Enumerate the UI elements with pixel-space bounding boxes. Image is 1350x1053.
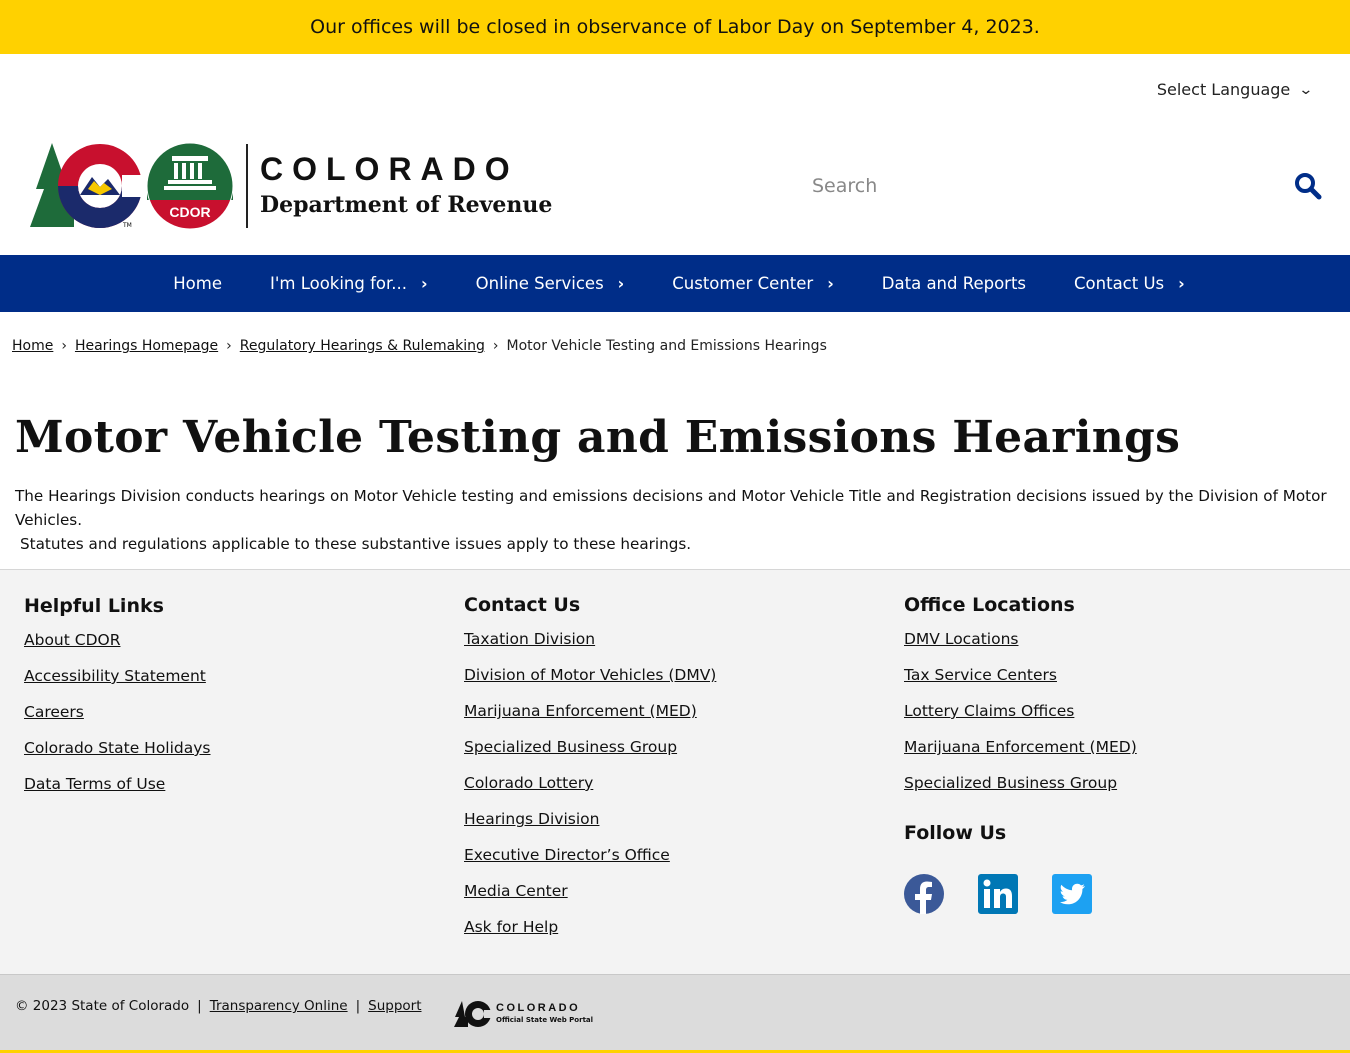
search-box (806, 160, 1326, 212)
footer-helpful-title: Helpful Links (24, 595, 164, 617)
bottom-bar: © 2023 State of Colorado | Transparency … (0, 974, 1350, 1053)
footer-link[interactable]: Colorado Lottery (464, 774, 593, 792)
cdor-badge-icon: CDOR (146, 142, 234, 230)
linkedin-icon[interactable] (978, 874, 1018, 914)
bottom-links: © 2023 State of Colorado | Transparency … (15, 998, 422, 1014)
transparency-online-link[interactable]: Transparency Online (210, 998, 348, 1014)
chevron-right-icon: › (1178, 274, 1185, 293)
social-links (904, 874, 1137, 914)
footer-link[interactable]: Ask for Help (464, 918, 558, 936)
footer-office-locations: Office Locations DMV Locations Tax Servi… (904, 594, 1137, 914)
footer-link[interactable]: Tax Service Centers (904, 666, 1057, 684)
nav-item-label: Home (173, 274, 222, 293)
nav-item-label: Data and Reports (881, 274, 1027, 293)
breadcrumb: Home › Hearings Homepage › Regulatory He… (12, 338, 827, 354)
footer-contact-us: Contact Us Taxation Division Division of… (464, 594, 716, 954)
logo-text: COLORADO Department of Revenue (260, 150, 552, 222)
logo-department-name: Department of Revenue (260, 192, 553, 218)
nav-item-customer-center[interactable]: Customer Center › (648, 255, 858, 312)
footer-contact-title: Contact Us (464, 594, 581, 616)
portal-name: COLORADO (496, 1002, 581, 1014)
copyright-text: © 2023 State of Colorado (15, 998, 190, 1014)
footer-link[interactable]: DMV Locations (904, 630, 1018, 648)
breadcrumb-current: Motor Vehicle Testing and Emissions Hear… (506, 338, 827, 354)
breadcrumb-separator-icon: › (226, 338, 232, 354)
footer-link[interactable]: Hearings Division (464, 810, 599, 828)
footer-link[interactable]: Marijuana Enforcement (MED) (904, 738, 1137, 756)
page-description-line: Statutes and regulations applicable to t… (20, 535, 692, 553)
footer-link[interactable]: Colorado State Holidays (24, 739, 211, 757)
language-label: Select Language (1156, 80, 1291, 99)
footer-link[interactable]: Careers (24, 703, 84, 721)
chevron-right-icon: › (827, 274, 834, 293)
search-input[interactable] (806, 162, 1276, 210)
facebook-icon[interactable] (904, 874, 944, 914)
breadcrumb-link-regulatory[interactable]: Regulatory Hearings & Rulemaking (240, 338, 485, 354)
chevron-down-icon: ⌄ (1298, 81, 1314, 98)
nav-item-label: Contact Us (1074, 274, 1165, 293)
portal-text: COLORADO Official State Web Portal (496, 1002, 593, 1026)
main-nav: Home I'm Looking for... › Online Services… (0, 255, 1350, 312)
search-icon[interactable] (1294, 172, 1322, 200)
portal-subtitle: Official State Web Portal (496, 1016, 594, 1024)
footer-link[interactable]: Media Center (464, 882, 568, 900)
chevron-right-icon: › (617, 274, 625, 293)
twitter-icon[interactable] (1052, 874, 1092, 914)
support-link[interactable]: Support (368, 998, 421, 1014)
nav-item-label: Customer Center (672, 274, 814, 293)
footer-link[interactable]: Marijuana Enforcement (MED) (464, 702, 697, 720)
footer-link[interactable]: Lottery Claims Offices (904, 702, 1074, 720)
page-description-line: The Hearings Division conducts hearings … (15, 487, 1327, 529)
footer-helpful-links: Helpful Links About CDOR Accessibility S… (24, 595, 211, 811)
site-header: TM CDOR COLORADO Department of Revenue (0, 130, 1350, 255)
nav-item-label: I'm Looking for... (269, 274, 408, 293)
breadcrumb-link-hearings[interactable]: Hearings Homepage (75, 338, 218, 354)
logo-state-name: COLORADO (260, 151, 519, 187)
page-title: Motor Vehicle Testing and Emissions Hear… (15, 412, 1181, 463)
footer-link[interactable]: Taxation Division (464, 630, 595, 648)
footer-link[interactable]: Accessibility Statement (24, 667, 206, 685)
nav-item-data-and-reports[interactable]: Data and Reports (858, 255, 1050, 312)
breadcrumb-link-home[interactable]: Home (12, 338, 53, 354)
nav-item-looking-for[interactable]: I'm Looking for... › (246, 255, 452, 312)
language-row: Select Language ⌄ (0, 54, 1350, 130)
colorado-portal-icon (454, 1001, 492, 1027)
nav-item-home[interactable]: Home (149, 255, 246, 312)
footer-link[interactable]: Specialized Business Group (904, 774, 1117, 792)
footer-link[interactable]: Executive Director’s Office (464, 846, 670, 864)
separator-text: | (355, 998, 361, 1014)
language-select[interactable]: Select Language ⌄ (1156, 80, 1314, 99)
breadcrumb-separator-icon: › (492, 338, 499, 354)
site-footer: Helpful Links About CDOR Accessibility S… (0, 569, 1350, 974)
footer-offices-title: Office Locations (904, 594, 1075, 616)
nav-item-online-services[interactable]: Online Services › (452, 255, 649, 312)
footer-link[interactable]: About CDOR (24, 631, 120, 649)
site-logo[interactable]: TM CDOR COLORADO Department of Revenue (30, 142, 552, 230)
breadcrumb-separator-icon: › (61, 338, 67, 354)
alert-banner: Our offices will be closed in observance… (0, 0, 1350, 54)
colorado-logo-icon: TM (30, 143, 142, 229)
follow-us-title: Follow Us (904, 822, 1007, 844)
footer-link[interactable]: Data Terms of Use (24, 775, 165, 793)
separator-text: | (197, 998, 202, 1014)
state-portal-logo[interactable]: COLORADO Official State Web Portal (454, 999, 593, 1029)
logo-divider (246, 144, 248, 228)
chevron-right-icon: › (421, 274, 428, 293)
footer-link[interactable]: Division of Motor Vehicles (DMV) (464, 666, 716, 684)
alert-text: Our offices will be closed in observance… (310, 16, 1040, 38)
cdor-badge-text: CDOR (169, 204, 210, 220)
page-description: The Hearings Division conducts hearings … (15, 484, 1335, 556)
nav-item-contact-us[interactable]: Contact Us › (1050, 255, 1209, 312)
trademark-text: TM (122, 222, 132, 229)
footer-link[interactable]: Specialized Business Group (464, 738, 677, 756)
nav-item-label: Online Services (475, 274, 604, 293)
